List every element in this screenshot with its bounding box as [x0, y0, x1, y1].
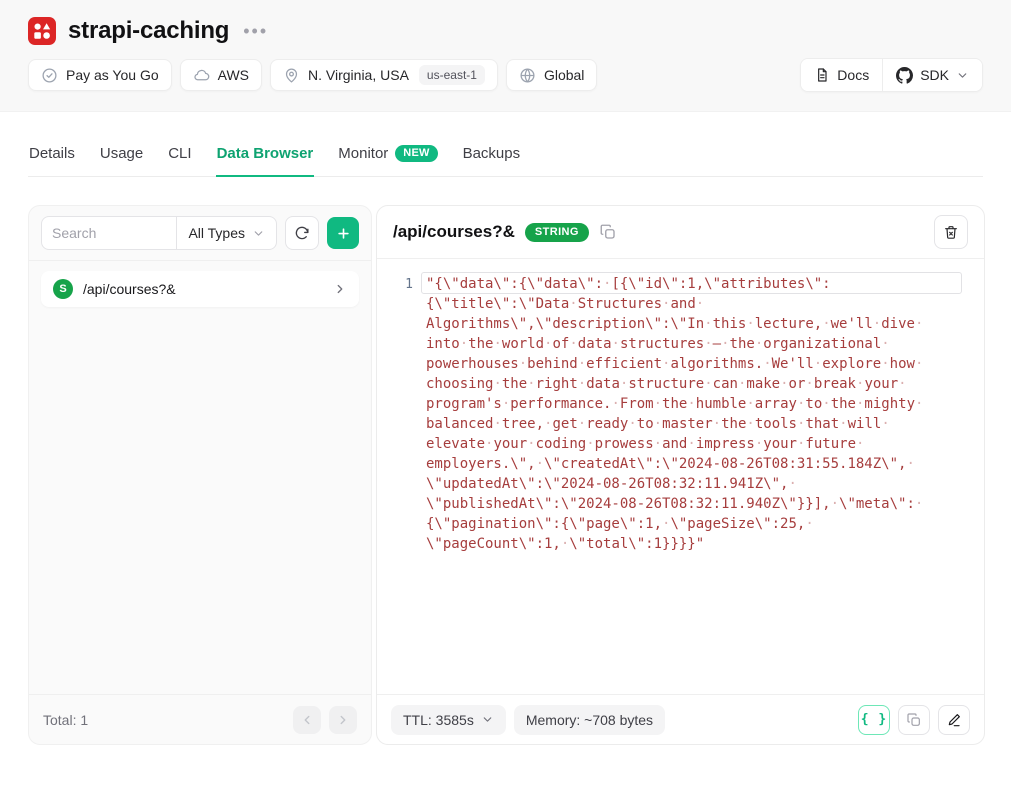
chevron-down-icon: [481, 713, 494, 726]
copy-icon: [906, 712, 922, 728]
chevron-left-icon: [300, 713, 314, 727]
map-pin-icon: [283, 67, 300, 84]
add-key-button[interactable]: [327, 217, 359, 249]
region-code-tag: us-east-1: [419, 65, 485, 85]
string-type-avatar: S: [53, 279, 73, 299]
ttl-label: TTL: 3585s: [403, 712, 474, 728]
provider-badge: AWS: [180, 59, 262, 91]
delete-key-button[interactable]: [934, 215, 968, 249]
page-title: strapi-caching: [68, 17, 229, 45]
detail-footer: TTL: 3585s Memory: ~708 bytes { }: [377, 694, 984, 744]
type-filter-select[interactable]: All Types: [176, 217, 276, 249]
trash-icon: [943, 224, 959, 240]
sdk-button[interactable]: SDK: [882, 59, 982, 91]
scope-label: Global: [544, 67, 584, 83]
pencil-icon: [946, 712, 962, 728]
braces-icon: { }: [861, 712, 887, 727]
editor-code-text: "{\"data\":{\"data\":·[{\"id\":1,\"attri…: [426, 274, 954, 554]
next-page-button[interactable]: [329, 706, 357, 734]
chevron-down-icon: [252, 227, 265, 240]
github-icon: [896, 67, 913, 84]
type-badge: STRING: [525, 223, 589, 242]
editor-code[interactable]: "{\"data\":{\"data\":·[{\"id\":1,\"attri…: [426, 274, 970, 694]
docs-label: Docs: [837, 67, 869, 83]
search-input[interactable]: [42, 217, 176, 249]
database-console-page: strapi-caching ••• Pay as You Go AWS N: [0, 0, 1011, 789]
database-logo-icon: [28, 17, 56, 45]
tab-data-browser[interactable]: Data Browser: [216, 139, 315, 177]
format-json-button[interactable]: { }: [858, 705, 890, 735]
sidebar-footer: Total: 1: [29, 694, 371, 744]
line-number: 1: [391, 274, 413, 694]
document-icon: [814, 67, 830, 83]
tab-cli[interactable]: CLI: [167, 139, 192, 177]
sdk-label: SDK: [920, 67, 949, 83]
keys-sidebar: All Types: [28, 205, 372, 745]
key-name-label: /api/courses?&: [83, 281, 176, 297]
key-list: S /api/courses?&: [29, 261, 371, 694]
key-search-group: All Types: [41, 216, 277, 250]
region-badge: N. Virginia, USA us-east-1: [270, 59, 498, 91]
tab-usage[interactable]: Usage: [99, 139, 144, 177]
key-title: /api/courses?&: [393, 222, 515, 242]
new-badge: NEW: [395, 145, 437, 162]
key-detail-panel: /api/courses?& STRING 1 "{\"data\":{\"da…: [376, 205, 985, 745]
globe-icon: [519, 67, 536, 84]
prev-page-button[interactable]: [293, 706, 321, 734]
tab-monitor[interactable]: Monitor NEW: [337, 139, 438, 177]
chevron-right-icon: [333, 282, 347, 296]
copy-key-icon[interactable]: [599, 223, 617, 241]
copy-value-button[interactable]: [898, 705, 930, 735]
title-more-menu-icon[interactable]: •••: [243, 22, 268, 40]
provider-label: AWS: [218, 67, 249, 83]
memory-usage-label: Memory: ~708 bytes: [514, 705, 665, 735]
edit-value-button[interactable]: [938, 705, 970, 735]
key-list-item[interactable]: S /api/courses?&: [41, 271, 359, 307]
refresh-button[interactable]: [285, 216, 319, 250]
plan-label: Pay as You Go: [66, 67, 159, 83]
database-header: strapi-caching ••• Pay as You Go AWS N: [0, 0, 1011, 112]
tab-bar: Details Usage CLI Data Browser Monitor N…: [28, 139, 983, 177]
value-editor: 1 "{\"data\":{\"data\":·[{\"id\":1,\"att…: [377, 258, 984, 694]
plus-icon: [336, 226, 351, 241]
badge-check-icon: [41, 67, 58, 84]
scope-badge: Global: [506, 59, 597, 91]
chevron-down-icon: [956, 69, 969, 82]
type-filter-value: All Types: [188, 225, 245, 241]
ttl-dropdown[interactable]: TTL: 3585s: [391, 705, 506, 735]
region-label: N. Virginia, USA: [308, 67, 409, 83]
docs-button[interactable]: Docs: [801, 59, 882, 91]
chevron-right-icon: [336, 713, 350, 727]
tab-backups[interactable]: Backups: [462, 139, 522, 177]
tab-details[interactable]: Details: [28, 139, 76, 177]
total-count-label: Total: 1: [43, 712, 88, 728]
cloud-icon: [193, 67, 210, 84]
plan-badge: Pay as You Go: [28, 59, 172, 91]
refresh-icon: [294, 225, 310, 241]
